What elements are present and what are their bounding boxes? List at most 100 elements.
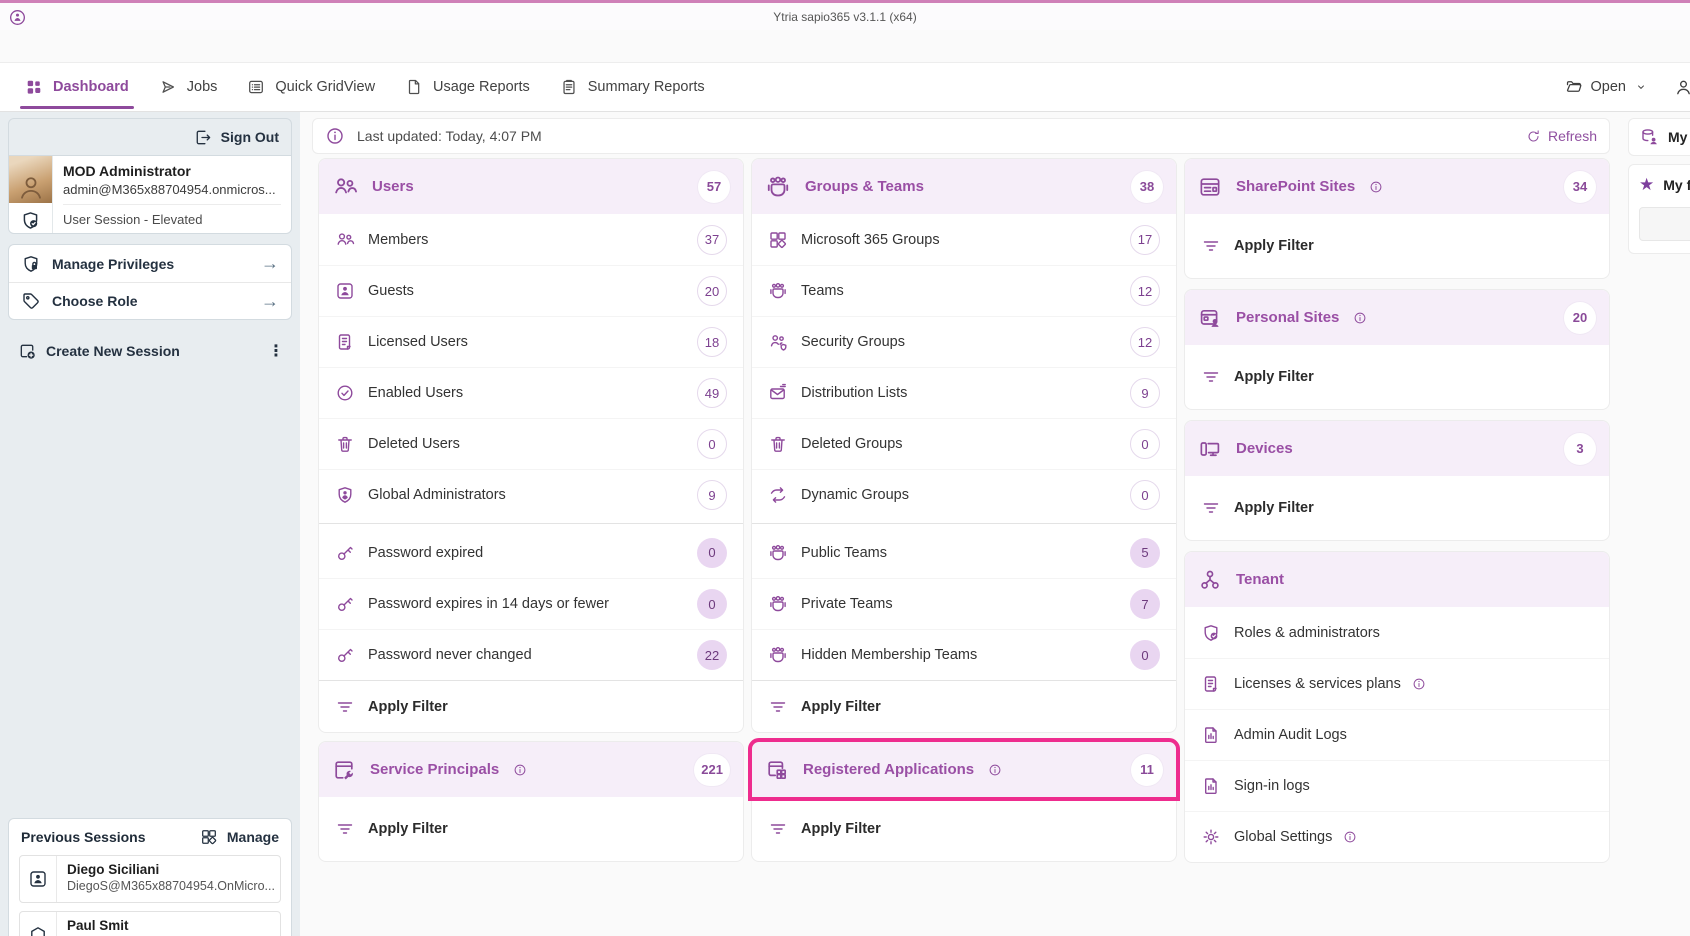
- manage-privileges-button[interactable]: Manage Privileges →: [9, 245, 291, 282]
- row-sign-in-logs[interactable]: Sign-in logs: [1185, 760, 1609, 811]
- count-badge: 0: [697, 429, 727, 459]
- row-licenses-services-plans[interactable]: Licenses & services plans: [1185, 658, 1609, 709]
- license-icon: [335, 332, 355, 352]
- row-global-settings[interactable]: Global Settings: [1185, 811, 1609, 862]
- my-data-icon: [1639, 127, 1659, 147]
- row-public-teams[interactable]: Public Teams 5: [752, 527, 1176, 578]
- refresh-button[interactable]: Refresh: [1526, 128, 1597, 144]
- open-button[interactable]: Open: [1565, 78, 1648, 96]
- row-password-expired[interactable]: Password expired 0: [319, 527, 743, 578]
- sharepoint-sites-count-badge: 34: [1564, 171, 1596, 203]
- devices-apply-filter-button[interactable]: Apply Filter: [1185, 476, 1609, 540]
- sign-out-button[interactable]: Sign Out: [9, 119, 291, 155]
- groups-apply-filter-button[interactable]: Apply Filter: [752, 680, 1176, 732]
- registered-applications-card: Registered Applications 11 Apply Filter: [751, 741, 1177, 862]
- service-principals-header[interactable]: Service Principals 221: [319, 742, 743, 797]
- filter-icon: [1201, 498, 1221, 518]
- row-m365-groups[interactable]: Microsoft 365 Groups 17: [752, 214, 1176, 265]
- tab-dashboard[interactable]: Dashboard: [10, 63, 144, 111]
- my-favorites-label: My f: [1663, 177, 1690, 193]
- personal-sites-apply-filter-button[interactable]: Apply Filter: [1185, 345, 1609, 409]
- user-session-label: User Session - Elevated: [63, 212, 281, 227]
- choose-role-button[interactable]: Choose Role →: [9, 282, 291, 319]
- tab-jobs[interactable]: Jobs: [144, 63, 233, 111]
- row-private-teams[interactable]: Private Teams 7: [752, 578, 1176, 629]
- count-badge: 9: [697, 480, 727, 510]
- person-box-icon: [20, 856, 57, 902]
- row-hidden-membership-teams[interactable]: Hidden Membership Teams 0: [752, 629, 1176, 680]
- service-principals-apply-filter-button[interactable]: Apply Filter: [319, 797, 743, 861]
- session-user-name: Diego Siciliani: [67, 862, 270, 877]
- count-badge: 0: [1130, 640, 1160, 670]
- filter-icon: [768, 819, 788, 839]
- row-roles-administrators[interactable]: Roles & administrators: [1185, 607, 1609, 658]
- row-guests[interactable]: Guests 20: [319, 265, 743, 316]
- tenant-icon: [1198, 568, 1222, 592]
- column-groups: Groups & Teams 38 Microsoft 365 Groups 1…: [751, 158, 1177, 863]
- row-deleted-users[interactable]: Deleted Users 0: [319, 418, 743, 469]
- my-favorites-card[interactable]: ★ My f: [1628, 164, 1690, 254]
- kebab-menu-icon[interactable]: ⋮: [268, 341, 282, 361]
- users-apply-filter-button[interactable]: Apply Filter: [319, 680, 743, 732]
- usage-reports-icon: [405, 78, 423, 96]
- row-distribution-lists[interactable]: Distribution Lists 9: [752, 367, 1176, 418]
- previous-sessions-title: Previous Sessions: [21, 829, 146, 845]
- session-item-diego[interactable]: Diego Siciliani DiegoS@M365x88704954.OnM…: [19, 855, 281, 903]
- create-new-session-button[interactable]: Create New Session ⋮: [8, 334, 292, 368]
- tab-quick-gridview[interactable]: Quick GridView: [232, 63, 390, 111]
- row-deleted-groups[interactable]: Deleted Groups 0: [752, 418, 1176, 469]
- sharepoint-apply-filter-button[interactable]: Apply Filter: [1185, 214, 1609, 278]
- row-enabled-users[interactable]: Enabled Users 49: [319, 367, 743, 418]
- column-users: Users 57 Members 37 Guests 20: [318, 158, 744, 863]
- check-circle-icon: [335, 383, 355, 403]
- groups-teams-header[interactable]: Groups & Teams 38: [752, 159, 1176, 214]
- teams-icon: [768, 281, 788, 301]
- filter-icon: [1201, 236, 1221, 256]
- session-item-paul[interactable]: Paul Smit: [19, 911, 281, 936]
- personal-sites-title: Personal Sites: [1236, 309, 1339, 326]
- trash-icon: [335, 434, 355, 454]
- tab-label: Summary Reports: [588, 79, 705, 95]
- registered-applications-icon: [765, 758, 789, 782]
- account-person-icon[interactable]: [1674, 78, 1690, 97]
- row-password-expires-14[interactable]: Password expires in 14 days or fewer 0: [319, 578, 743, 629]
- users-title: Users: [372, 178, 414, 195]
- row-password-never-changed[interactable]: Password never changed 22: [319, 629, 743, 680]
- row-security-groups[interactable]: Security Groups 12: [752, 316, 1176, 367]
- teams-icon: [768, 543, 788, 563]
- count-badge: 17: [1130, 225, 1160, 255]
- sharepoint-sites-header[interactable]: SharePoint Sites 34: [1185, 159, 1609, 214]
- manage-sessions-button[interactable]: Manage: [200, 828, 279, 846]
- gear-icon: [1201, 827, 1221, 847]
- count-badge: 0: [1130, 429, 1160, 459]
- my-data-card[interactable]: My D: [1628, 118, 1690, 156]
- teams-icon: [768, 594, 788, 614]
- my-data-label: My D: [1668, 129, 1690, 145]
- personal-sites-header[interactable]: Personal Sites 20: [1185, 290, 1609, 345]
- registered-applications-header[interactable]: Registered Applications 11: [752, 742, 1176, 797]
- row-admin-audit-logs[interactable]: Admin Audit Logs: [1185, 709, 1609, 760]
- column-sites-tenant: SharePoint Sites 34 Apply Filter Persona…: [1184, 158, 1610, 863]
- info-icon: [1343, 830, 1357, 844]
- favorites-search-input[interactable]: [1639, 207, 1690, 241]
- filter-icon: [335, 697, 355, 717]
- row-dynamic-groups[interactable]: Dynamic Groups 0: [752, 469, 1176, 520]
- registered-applications-apply-filter-button[interactable]: Apply Filter: [752, 797, 1176, 861]
- users-card-header[interactable]: Users 57: [319, 159, 743, 214]
- user-email: admin@M365x88704954.onmicros...: [63, 182, 281, 205]
- row-global-administrators[interactable]: Global Administrators 9: [319, 469, 743, 520]
- devices-header[interactable]: Devices 3: [1185, 421, 1609, 476]
- service-principals-card: Service Principals 221 Apply Filter: [318, 741, 744, 862]
- tenant-header[interactable]: Tenant: [1185, 552, 1609, 607]
- row-members[interactable]: Members 37: [319, 214, 743, 265]
- row-teams[interactable]: Teams 12: [752, 265, 1176, 316]
- open-label: Open: [1591, 79, 1626, 95]
- sign-out-label: Sign Out: [221, 129, 279, 145]
- tab-usage-reports[interactable]: Usage Reports: [390, 63, 545, 111]
- devices-title: Devices: [1236, 440, 1293, 457]
- sharepoint-sites-title: SharePoint Sites: [1236, 178, 1355, 195]
- tab-summary-reports[interactable]: Summary Reports: [545, 63, 720, 111]
- shield-person-icon: [335, 485, 355, 505]
- m365-groups-icon: [768, 230, 788, 250]
- row-licensed-users[interactable]: Licensed Users 18: [319, 316, 743, 367]
